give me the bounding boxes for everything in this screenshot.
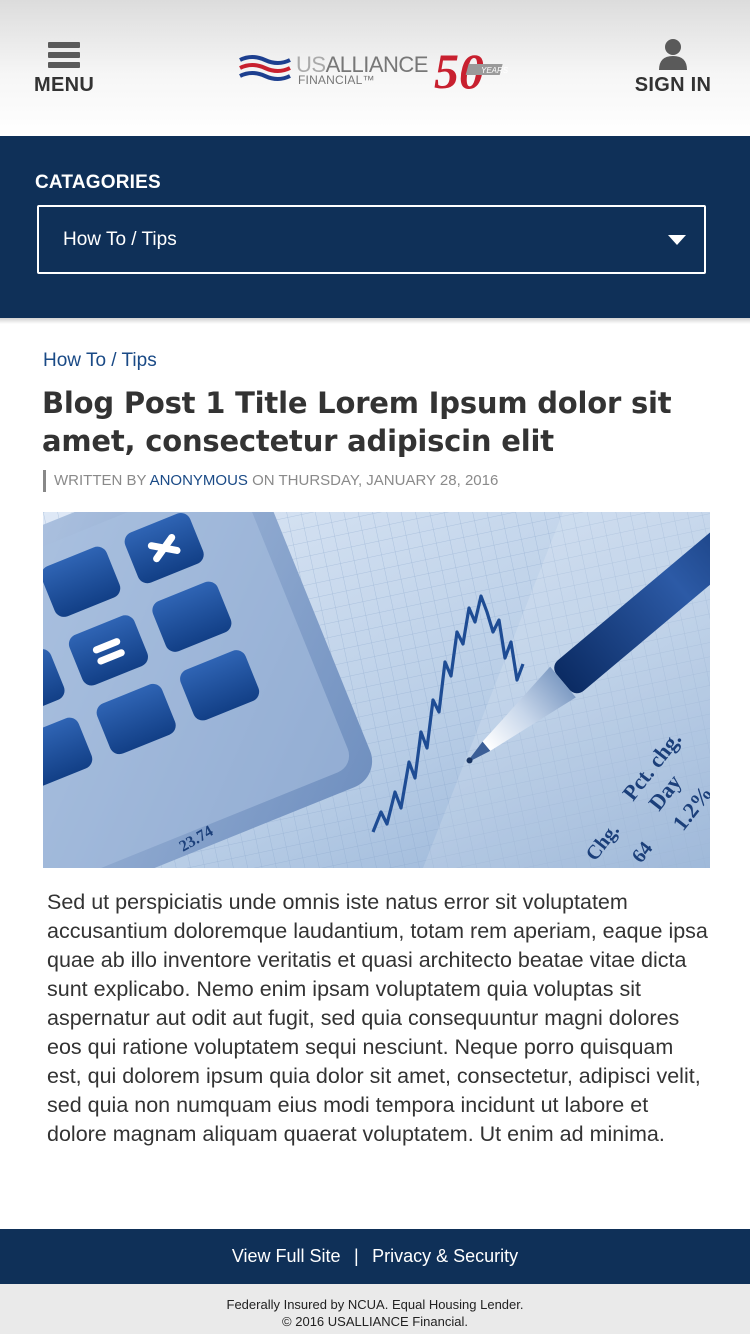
footer-separator: | [353, 1246, 359, 1266]
chevron-down-icon [668, 235, 686, 245]
sign-in-label: SIGN IN [634, 74, 712, 96]
category-panel: CATAGORIES How To / Tips [0, 136, 750, 318]
legal-notice: Federally Insured by NCUA. Equal Housing… [0, 1284, 750, 1334]
fifty-years-badge: 50 YEARS [434, 44, 509, 94]
site-header: MENU USALLIANCE FINANCIAL™ 50 YEARS SIGN… [0, 0, 750, 136]
byline-date: ON THURSDAY, JANUARY 28, 2016 [252, 472, 499, 489]
usalliance-logo[interactable]: USALLIANCE FINANCIAL™ 50 YEARS [238, 44, 512, 94]
footer-nav: View Full Site | Privacy & Security [0, 1229, 750, 1284]
category-select[interactable]: How To / Tips [37, 205, 706, 274]
byline-author-link[interactable]: ANONYMOUS [150, 472, 248, 489]
privacy-security-link[interactable]: Privacy & Security [372, 1246, 518, 1266]
menu-button[interactable]: MENU [34, 42, 94, 98]
menu-label: MENU [34, 74, 95, 96]
view-full-site-link[interactable]: View Full Site [232, 1246, 341, 1266]
post-title: Blog Post 1 Title Lorem Ipsum dolor sit … [42, 386, 672, 458]
byline-written-by: WRITTEN BY [54, 472, 147, 489]
post-body: Sed ut perspiciatis unde omnis iste natu… [47, 890, 708, 1146]
hero-image: Pct. chg. Day 1.2% Chg. 64 23.74 [43, 512, 710, 868]
user-icon [659, 39, 687, 70]
logo-subtext: FINANCIAL™ [298, 73, 375, 87]
flag-waves-icon [239, 55, 291, 81]
sign-in-button[interactable]: SIGN IN [634, 38, 712, 98]
categories-heading: CATAGORIES [35, 172, 161, 193]
category-selected-value: How To / Tips [63, 229, 177, 250]
divider-shadow [0, 318, 750, 324]
hamburger-icon [48, 42, 80, 68]
anniversary-word: YEARS [481, 66, 509, 75]
legal-line-insured: Federally Insured by NCUA. Equal Housing… [226, 1297, 524, 1312]
legal-line-copyright: © 2016 USALLIANCE Financial. [282, 1314, 468, 1329]
post-byline: WRITTEN BY ANONYMOUS ON THURSDAY, JANUAR… [43, 470, 498, 492]
breadcrumb-category-link[interactable]: How To / Tips [43, 350, 157, 372]
